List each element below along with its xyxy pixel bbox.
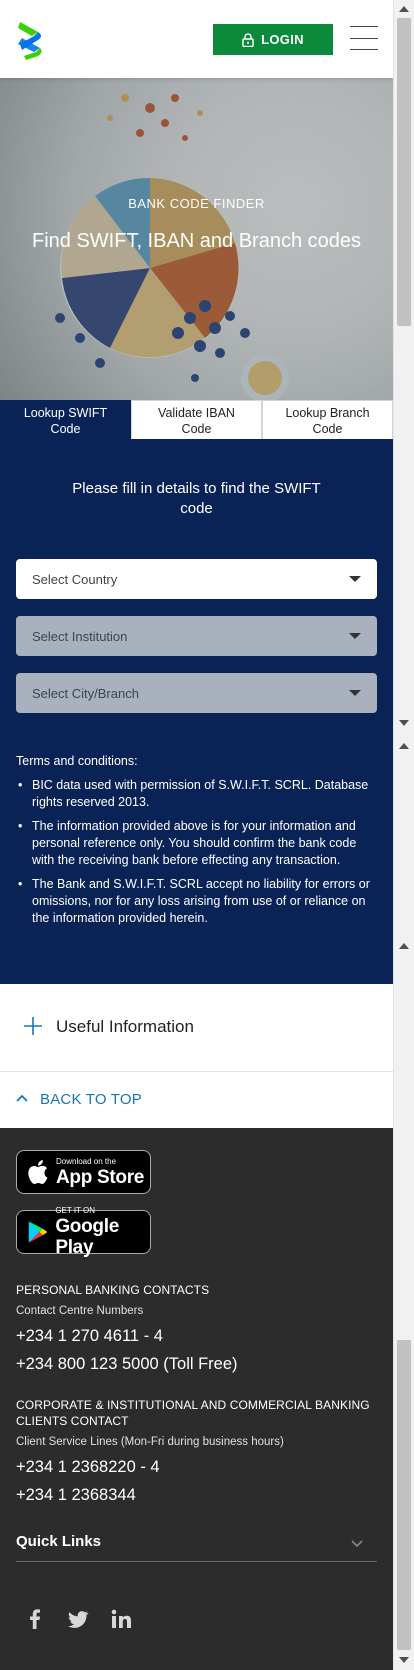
personal-contacts-sub: Contact Centre Numbers [16,1305,144,1317]
form-intro: Please fill in details to find the SWIFT… [72,480,321,517]
page-scrollbar[interactable] [393,0,414,1670]
linkedin-icon[interactable] [110,1608,132,1630]
scroll-down-arrow-icon[interactable] [399,1657,409,1663]
hamburger-menu-icon[interactable] [350,26,378,50]
corporate-contacts-heading-2: CLIENTS CONTACT [16,1414,129,1428]
useful-information-label: Useful Information [56,1017,194,1036]
facebook-icon[interactable] [24,1608,46,1630]
terms-item: BIC data used with permission of S.W.I.F… [16,777,377,811]
phone-link[interactable]: +234 1 2368220 - 4 [16,1458,160,1477]
google-play-badge[interactable]: GET IT ON Google Play [16,1206,151,1258]
google-play-small-text: GET IT ON [55,1206,96,1215]
institution-select-placeholder: Select Institution [32,628,128,644]
terms-item: The information provided above is for yo… [16,818,377,869]
page-title: Find SWIFT, IBAN and Branch codes [31,230,362,252]
tab-validate-iban[interactable]: Validate IBAN Code [131,400,262,439]
scroll-up-arrow-icon[interactable] [399,943,409,949]
country-select-placeholder: Select Country [32,571,118,587]
phone-link[interactable]: +234 1 270 4611 - 4 [16,1327,163,1346]
tab-label-line1: Lookup Branch [285,406,370,420]
chevron-up-icon [16,1094,28,1102]
terms-list: BIC data used with permission of S.W.I.F… [16,777,377,934]
scroll-up-arrow-icon[interactable] [399,6,409,12]
terms-title: Terms and conditions: [16,754,138,768]
quick-links-accordion[interactable]: Quick Links [16,1528,377,1562]
chevron-down-icon [349,690,361,696]
page: LOGIN BANK CODE FINDER Find SWIFT, IBAN … [0,0,393,1670]
corporate-contacts-heading: CORPORATE & INSTITUTIONAL AND COMMERCIAL… [16,1398,370,1412]
app-store-big-text: App Store [56,1166,145,1188]
terms-item: The Bank and S.W.I.F.T. SCRL accept no l… [16,876,377,927]
app-store-small-text: Download on the [56,1156,117,1166]
useful-information-accordion[interactable]: Useful Information [0,984,393,1072]
tab-label-line1: Lookup SWIFT [23,406,108,420]
personal-contacts-heading: PERSONAL BANKING CONTACTS [16,1283,210,1297]
back-to-top-link[interactable]: BACK TO TOP [0,1072,393,1128]
finder-tabs: Lookup SWIFT Code Validate IBAN Code Loo… [0,400,393,439]
google-play-icon [28,1221,48,1243]
site-header: LOGIN [0,0,393,78]
site-footer: Download on the App Store GET IT ON Goog… [0,1128,393,1670]
app-store-badge[interactable]: Download on the App Store [16,1150,151,1194]
twitter-icon[interactable] [67,1608,89,1630]
scroll-down-arrow-icon[interactable] [399,720,409,726]
branch-select[interactable]: Select City/Branch [16,673,377,713]
institution-select[interactable]: Select Institution [16,616,377,656]
google-play-big-text: Google Play [55,1216,119,1258]
tab-label-line2: Code [50,422,81,436]
country-select[interactable]: Select Country [16,559,377,599]
branch-select-placeholder: Select City/Branch [32,685,139,701]
lock-icon [242,32,254,47]
chevron-down-icon [349,576,361,582]
tab-lookup-swift[interactable]: Lookup SWIFT Code [0,400,131,439]
login-button[interactable]: LOGIN [213,24,333,55]
tab-label-line2: Code [181,422,212,436]
phone-link[interactable]: +234 1 2368344 [16,1486,136,1505]
scrollbar-thumb[interactable] [397,18,411,326]
swift-form-panel: Please fill in details to find the SWIFT… [0,439,393,984]
chevron-down-icon [349,633,361,639]
back-to-top-label: BACK TO TOP [40,1091,142,1108]
corporate-contacts-sub: Client Service Lines (Mon-Fri during bus… [16,1436,284,1448]
tab-lookup-branch[interactable]: Lookup Branch Code [262,400,393,439]
quick-links-label: Quick Links [16,1533,102,1550]
hero-kicker: BANK CODE FINDER [128,196,265,211]
tab-label-line2: Code [312,422,343,436]
bank-logo[interactable] [16,20,44,60]
apple-icon [28,1160,48,1184]
scroll-up-arrow-icon[interactable] [399,743,409,749]
chevron-down-icon [351,1540,363,1548]
login-label: LOGIN [261,32,304,47]
scrollbar-thumb-lower[interactable] [397,1340,411,1650]
hero-banner: BANK CODE FINDER Find SWIFT, IBAN and Br… [0,78,393,400]
plus-icon [24,1017,42,1035]
tab-label-line1: Validate IBAN [158,406,235,420]
phone-link[interactable]: +234 800 123 5000 (Toll Free) [16,1355,238,1374]
